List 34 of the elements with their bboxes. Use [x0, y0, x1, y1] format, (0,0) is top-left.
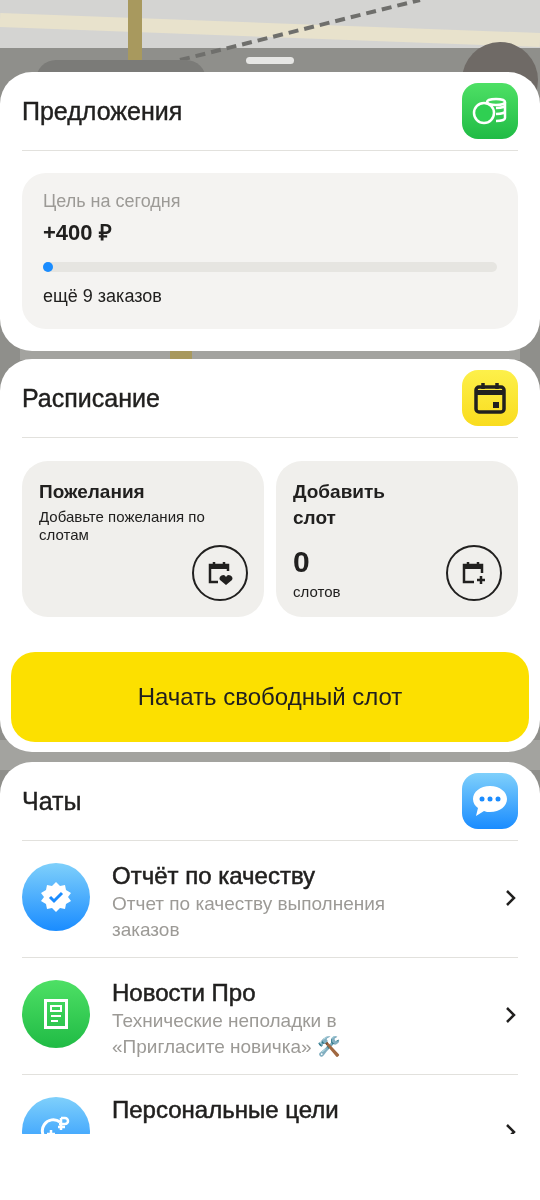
orders-remaining: ещё 9 заказов — [43, 286, 163, 307]
chat-row[interactable]: Отчёт по качеству Отчет по качеству выполнения заказов — [22, 841, 518, 958]
calendar-button[interactable] — [192, 545, 248, 601]
verified-badge-icon — [40, 881, 72, 913]
drag-handle[interactable] — [246, 57, 294, 64]
calendar-heart-icon — [207, 560, 233, 586]
goal-amount: +400 ₽ — [43, 219, 113, 246]
chat-preview: Отчет по качеству выполнения заказов — [112, 892, 387, 942]
chat-bubble-icon[interactable] — [462, 773, 518, 829]
tile-title: Добавить слот — [293, 480, 387, 530]
chat-title: Отчёт по качеству — [112, 861, 317, 891]
section-title: Расписание — [22, 383, 160, 413]
tile-description: Добавьте пожелания по слотам — [39, 508, 206, 544]
chat-title: Персональные цели — [112, 1095, 340, 1125]
tile-title: Пожелания — [39, 480, 146, 504]
slot-unit: слотов — [293, 583, 341, 600]
chat-row[interactable]: Персональные цели — [22, 1075, 518, 1134]
start-slot-button[interactable]: Начать свободный слот — [11, 652, 529, 742]
chat-title: Новости Про — [112, 978, 257, 1008]
goal-label: Цель на сегодня — [43, 191, 182, 212]
section-title: Чаты — [22, 786, 82, 816]
chat-preview: Технические неполадки в «Пригласите новичка» 🛠 — [112, 1009, 342, 1059]
document-icon — [44, 999, 68, 1029]
slot-count: 0 — [293, 545, 310, 579]
calendar-button[interactable] — [446, 545, 502, 601]
section-title: Предложения — [22, 96, 183, 126]
slot-tile[interactable]: Пожелания Добавьте пожелания по слотам — [22, 461, 264, 617]
slot-tile[interactable]: Добавить слот 0 слотов — [276, 461, 518, 617]
calendar-icon[interactable] — [462, 370, 518, 426]
chevron-icon — [504, 888, 518, 908]
calendar-plus-icon — [461, 560, 487, 586]
goal-card[interactable]: Цель на сегодня +400 ₽ ещё 9 заказов — [22, 173, 518, 329]
chevron-icon — [504, 1005, 518, 1025]
chat-row[interactable]: Новости Про Технические неполадки в «Пригласите новичка» 🛠 — [22, 958, 518, 1075]
